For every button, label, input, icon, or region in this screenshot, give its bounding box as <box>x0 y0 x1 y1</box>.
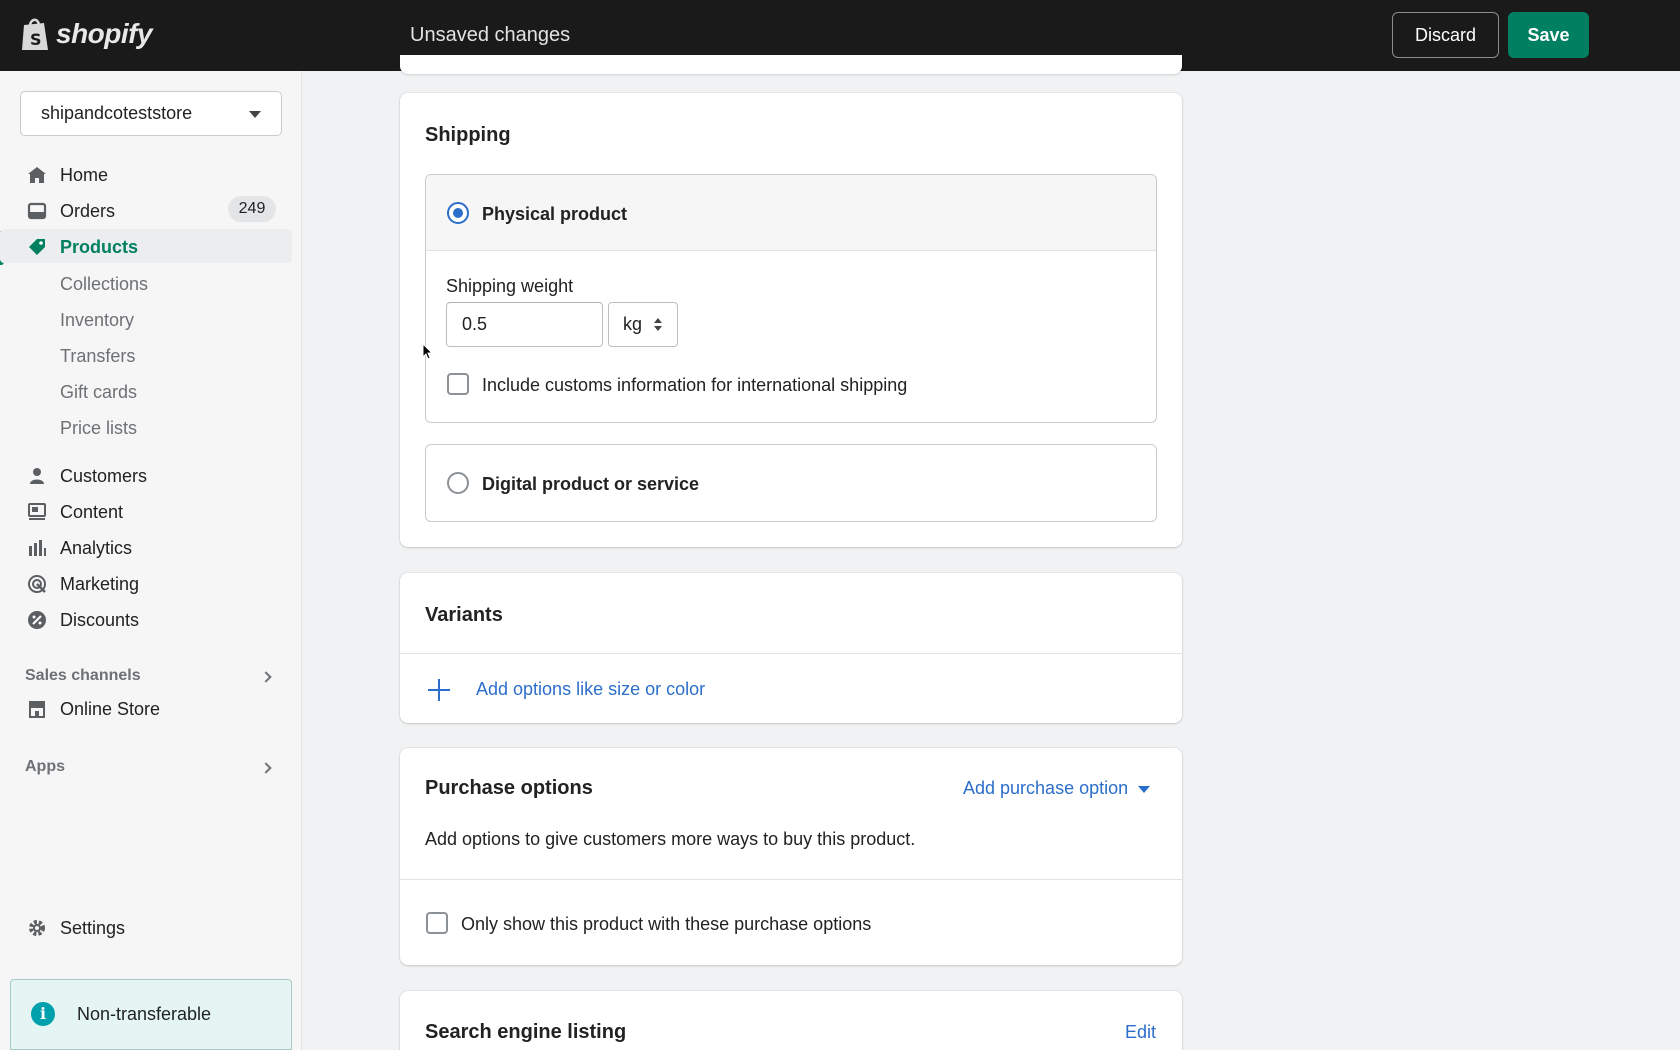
divider <box>400 879 1182 880</box>
sidebar-item-settings[interactable]: Settings <box>0 910 292 944</box>
apps-heading[interactable]: Apps <box>25 758 65 776</box>
logo-wordmark: shopify <box>56 18 153 49</box>
bar-chart-icon <box>29 540 46 556</box>
discard-button[interactable]: Discard <box>1392 12 1499 58</box>
only-show-label[interactable]: Only show this product with these purcha… <box>461 914 871 935</box>
tag-icon <box>29 239 45 255</box>
discount-icon <box>28 611 46 629</box>
sidebar-item-label: Discounts <box>60 610 140 630</box>
physical-product-radio[interactable] <box>447 202 469 224</box>
physical-product-label: Physical product <box>482 204 628 224</box>
sidebar-item-label: Marketing <box>60 574 140 594</box>
seo-edit-link[interactable]: Edit <box>1125 1022 1156 1043</box>
shopify-logo[interactable]: S shopify <box>20 16 153 52</box>
chevron-down-icon <box>249 111 261 118</box>
weight-unit-select[interactable]: kg <box>608 302 678 347</box>
sidebar: shipandcoteststore Home Orders 249 Produ… <box>0 71 302 1050</box>
previous-card-edge <box>400 55 1182 74</box>
gear-icon <box>29 920 45 936</box>
sidebar-item-products[interactable]: Products <box>0 229 292 263</box>
orders-count-badge: 249 <box>228 196 276 222</box>
customs-checkbox[interactable] <box>447 373 469 395</box>
sidebar-subitem-price-lists[interactable]: Price lists <box>60 418 137 439</box>
chevron-right-icon[interactable] <box>260 762 272 774</box>
add-purchase-option-link[interactable]: Add purchase option <box>963 778 1151 799</box>
sidebar-item-orders[interactable]: Orders 249 <box>0 193 292 227</box>
sidebar-item-label: Home <box>60 165 109 185</box>
store-selector[interactable]: shipandcoteststore <box>20 91 282 136</box>
plus-icon[interactable] <box>428 679 450 701</box>
shipping-weight-label: Shipping weight <box>446 276 574 296</box>
purchase-options-title: Purchase options <box>425 777 593 799</box>
variants-title: Variants <box>425 604 503 626</box>
mouse-cursor-icon <box>422 343 434 360</box>
select-arrows-icon <box>654 318 662 332</box>
chevron-down-icon <box>1138 785 1151 793</box>
sidebar-item-online-store[interactable]: Online Store <box>0 691 292 725</box>
shipping-title: Shipping <box>425 124 511 146</box>
orders-icon <box>27 202 47 220</box>
svg-text:S: S <box>30 30 42 49</box>
shopify-bag-icon: S <box>22 18 48 50</box>
chevron-right-icon[interactable] <box>260 671 272 683</box>
seo-card: Search engine listing Edit <box>400 991 1182 1050</box>
shipping-weight-input[interactable] <box>446 302 603 347</box>
sidebar-item-label: Analytics <box>60 538 133 558</box>
sidebar-item-label: Customers <box>60 466 148 486</box>
sidebar-item-analytics[interactable]: Analytics <box>0 530 292 564</box>
save-button[interactable]: Save <box>1508 12 1589 58</box>
store-name: shipandcoteststore <box>41 103 193 123</box>
sidebar-item-label: Content <box>60 502 124 522</box>
purchase-options-card: Purchase options Add purchase option Add… <box>400 748 1182 965</box>
sidebar-item-label: Products <box>60 237 139 257</box>
sidebar-item-marketing[interactable]: Marketing <box>0 566 292 600</box>
info-icon: i <box>31 1002 55 1026</box>
variants-card: Variants Add options like size or color <box>400 573 1182 723</box>
add-variant-options-link[interactable]: Add options like size or color <box>476 679 705 700</box>
sidebar-subitem-inventory[interactable]: Inventory <box>60 310 134 331</box>
person-icon <box>30 468 44 484</box>
sidebar-item-label: Orders <box>60 201 116 221</box>
store-icon <box>29 701 45 718</box>
sidebar-item-label: Online Store <box>60 699 161 719</box>
non-transferable-notice[interactable]: i Non-transferable <box>10 979 292 1050</box>
sidebar-item-customers[interactable]: Customers <box>0 458 292 492</box>
customs-label[interactable]: Include customs information for internat… <box>482 375 907 396</box>
sidebar-item-label: Settings <box>60 918 126 938</box>
content-icon <box>28 503 46 520</box>
sidebar-item-content[interactable]: Content <box>0 494 292 528</box>
physical-product-header[interactable]: Physical product <box>426 175 1156 251</box>
sidebar-subitem-gift-cards[interactable]: Gift cards <box>60 382 137 403</box>
divider <box>400 653 1182 654</box>
sidebar-subitem-transfers[interactable]: Transfers <box>60 346 135 367</box>
digital-product-radio[interactable] <box>447 472 469 494</box>
shipping-card: Shipping Physical product Shipping weigh… <box>400 93 1182 547</box>
target-icon <box>28 575 46 593</box>
sidebar-item-home[interactable]: Home <box>0 157 292 191</box>
digital-product-option[interactable]: Digital product or service <box>425 444 1157 522</box>
sales-channels-heading[interactable]: Sales channels <box>25 667 141 685</box>
weight-unit-value: kg <box>623 314 643 334</box>
seo-title: Search engine listing <box>425 1021 627 1043</box>
purchase-options-description: Add options to give customers more ways … <box>425 829 916 849</box>
sidebar-subitem-collections[interactable]: Collections <box>60 274 148 295</box>
add-purchase-option-label: Add purchase option <box>963 778 1129 798</box>
digital-product-label: Digital product or service <box>482 474 700 494</box>
home-icon <box>28 167 46 183</box>
physical-product-option: Physical product Shipping weight kg Incl… <box>425 174 1157 423</box>
unsaved-changes-label: Unsaved changes <box>410 24 571 46</box>
sidebar-item-discounts[interactable]: Discounts <box>0 602 292 636</box>
only-show-checkbox[interactable] <box>426 912 448 934</box>
notice-text: Non-transferable <box>77 1004 212 1024</box>
